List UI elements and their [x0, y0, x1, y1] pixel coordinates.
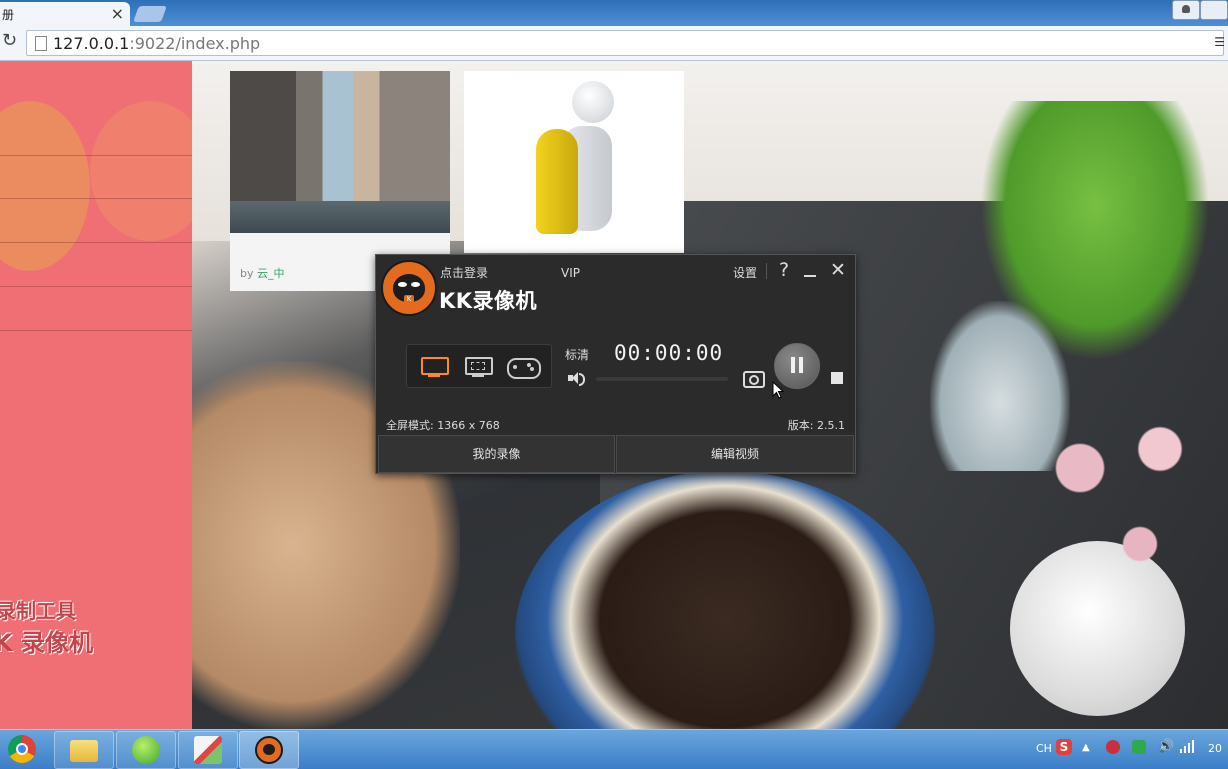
ime-icon[interactable]: S: [1056, 739, 1072, 755]
browser-tab-active[interactable]: 册 ×: [0, 2, 130, 26]
volume-tray-icon[interactable]: 🔊: [1158, 739, 1174, 754]
key-image: [536, 129, 578, 234]
taskbar-kk-recorder[interactable]: [239, 731, 299, 769]
tray-expand-icon[interactable]: ▲: [1082, 742, 1090, 753]
tab-close-icon[interactable]: ×: [111, 4, 124, 23]
my-recordings-button[interactable]: 我的录像: [378, 435, 615, 473]
menu-icon[interactable]: ☰: [1214, 35, 1225, 49]
edit-video-button[interactable]: 编辑视频: [616, 435, 854, 473]
taskbar: CH S ▲ 🔊 20: [0, 729, 1228, 769]
profile-icon[interactable]: [1172, 0, 1200, 20]
pen-app-icon: [194, 736, 222, 764]
vip-link[interactable]: VIP: [561, 266, 580, 280]
system-tray: CH S ▲ 🔊 20: [1028, 730, 1228, 769]
figure-head: [572, 81, 614, 123]
quality-selector[interactable]: 标清: [565, 346, 589, 363]
tab-title: 册: [2, 8, 15, 22]
volume-slider[interactable]: [596, 377, 728, 381]
minimize-button[interactable]: [804, 275, 816, 277]
camera-icon[interactable]: [743, 371, 765, 388]
region-mode-icon[interactable]: [463, 355, 493, 377]
sidebar-decoration: [0, 101, 90, 271]
taskbar-explorer[interactable]: [54, 731, 114, 769]
record-mode-group: [406, 344, 552, 388]
taskbar-chrome[interactable]: [0, 731, 58, 767]
kk-recorder-icon: [255, 736, 283, 764]
chrome-icon: [8, 735, 36, 763]
page-sidebar: 录制工具 K 录像机: [0, 61, 192, 729]
help-button[interactable]: ?: [779, 259, 789, 281]
window-control-button[interactable]: [1200, 0, 1228, 20]
game-mode-icon[interactable]: [507, 355, 541, 379]
title-separator: [766, 263, 767, 279]
browser-tabstrip: 册 ×: [0, 0, 1228, 26]
version-label: 版本: 2.5.1: [787, 419, 845, 432]
green-app-icon: [132, 736, 160, 764]
browser-toolbar: ↻ 127.0.0.1:9022/index.php ☰: [0, 26, 1228, 61]
clock[interactable]: 20: [1208, 742, 1222, 755]
reload-icon[interactable]: ↻: [2, 30, 17, 51]
background-flowers-image: [1020, 411, 1220, 601]
language-indicator[interactable]: CH: [1036, 742, 1052, 755]
kk-recorder-window: K 点击登录 VIP KK录像机 设置 ? ✕ 标清 00:00:00 全屏模式…: [375, 254, 856, 474]
card-author: by 云_中: [240, 267, 285, 280]
login-link[interactable]: 点击登录: [440, 264, 488, 281]
gallery-card-key[interactable]: [464, 71, 684, 253]
network-icon[interactable]: [1180, 739, 1196, 753]
app-title: KK录像机: [439, 289, 538, 313]
close-button[interactable]: ✕: [830, 259, 846, 281]
settings-button[interactable]: 设置: [733, 264, 757, 281]
watermark-line-1: 录制工具: [0, 599, 76, 623]
address-url[interactable]: 127.0.0.1:9022/index.php: [53, 34, 260, 53]
sidebar-divider: [0, 242, 192, 243]
volume-icon[interactable]: [568, 371, 585, 386]
tray-red-app-icon[interactable]: [1106, 740, 1120, 754]
taskbar-app-pen[interactable]: [178, 731, 238, 769]
fullscreen-mode-icon[interactable]: [419, 355, 449, 377]
stop-button[interactable]: [831, 372, 843, 384]
new-tab-button[interactable]: [133, 6, 167, 22]
sidebar-divider: [0, 198, 192, 199]
sidebar-divider: [0, 155, 192, 156]
canal-water: [230, 201, 450, 233]
kk-logo-icon: K: [381, 260, 437, 316]
watermark-line-2: K 录像机: [0, 629, 93, 657]
recording-timer: 00:00:00: [614, 341, 724, 365]
sidebar-decoration: [90, 101, 192, 241]
address-bar[interactable]: 127.0.0.1:9022/index.php ☰: [26, 30, 1225, 56]
page-icon: [35, 36, 47, 51]
taskbar-app-green[interactable]: [116, 731, 176, 769]
sidebar-divider: [0, 286, 192, 287]
folder-icon: [70, 740, 98, 762]
capture-mode-status: 全屏模式: 1366 x 768: [386, 419, 500, 432]
tray-green-app-icon[interactable]: [1132, 740, 1146, 754]
sidebar-divider: [0, 330, 192, 331]
